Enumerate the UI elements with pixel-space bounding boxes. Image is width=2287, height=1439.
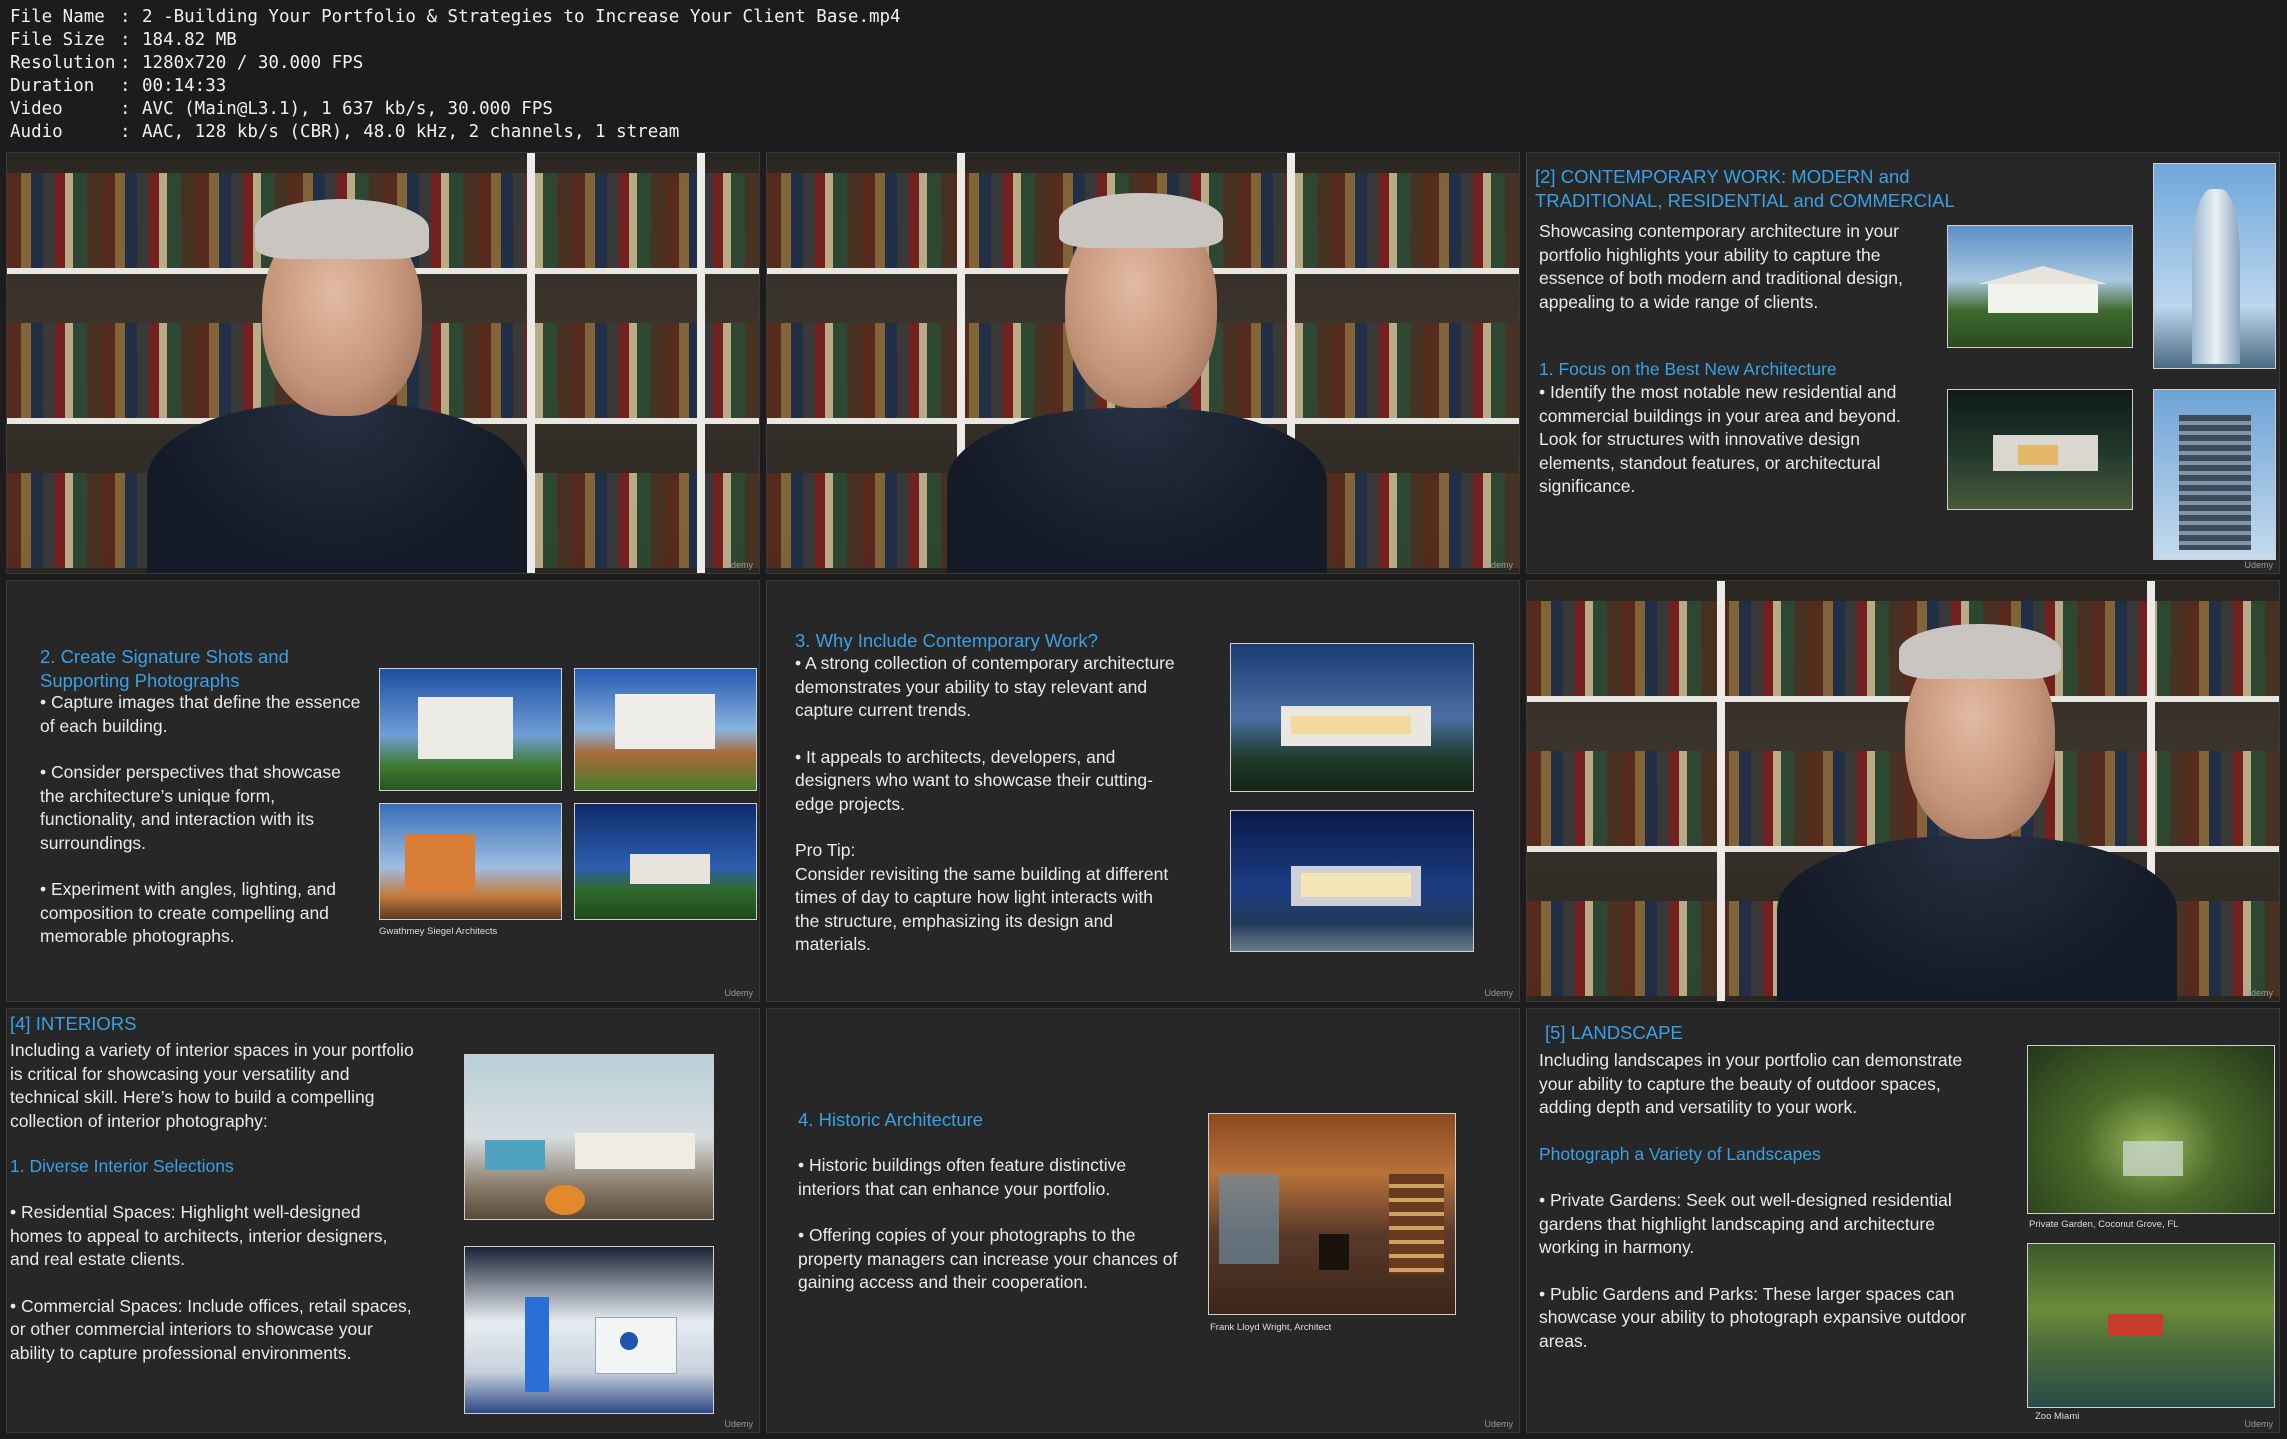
slide-signature-shots[interactable]: 2. Create Signature Shots and Supporting… xyxy=(6,580,760,1002)
file-info-row: Resolution:1280x720 / 30.000 FPS xyxy=(10,53,364,73)
photo-commercial-lobby xyxy=(464,1246,714,1414)
slide-bullet-text: • Identify the most notable new resident… xyxy=(1539,382,1901,496)
photo-white-building-1 xyxy=(379,668,562,791)
photo-house-night-lawn xyxy=(574,803,757,920)
pro-tip-text: Consider revisiting the same building at… xyxy=(795,863,1169,955)
slide-bullet-text: • Historic buildings often feature disti… xyxy=(798,1155,1127,1199)
video-frame-speaker-3[interactable]: Udemy xyxy=(1526,580,2280,1002)
video-frame-speaker-2[interactable]: Udemy xyxy=(766,152,1520,574)
photo-living-room xyxy=(464,1054,714,1220)
slide-bullet-text: • It appeals to architects, developers, … xyxy=(795,746,1153,814)
photo-wright-interior xyxy=(1208,1113,1456,1315)
slide-heading: [5] LANDSCAPE xyxy=(1545,1022,1683,1043)
photo-house-night xyxy=(1230,810,1474,952)
slide-bullet-text: • Capture images that define the essence… xyxy=(40,692,361,736)
slide-bullet-text: • A strong collection of contemporary ar… xyxy=(795,653,1175,720)
photo-caption: Gwathmey Siegel Architects xyxy=(379,926,498,937)
slide-subheading: 1. Focus on the Best New Architecture xyxy=(1539,359,1837,379)
slide-intro-text: Including a variety of interior spaces i… xyxy=(10,1040,414,1131)
udemy-watermark: Udemy xyxy=(724,1419,753,1429)
udemy-watermark: Udemy xyxy=(2244,988,2273,998)
speaker-figure xyxy=(947,153,1327,573)
slide-bullet-list: • Private Gardens: Seek out well-designe… xyxy=(1539,1189,1989,1353)
file-info-row: Duration:00:14:33 xyxy=(10,76,227,96)
slide-bullet-text: • Private Gardens: Seek out well-designe… xyxy=(1539,1190,1952,1257)
file-info-row: Video: AVC (Main@L3.1), 1 637 kb/s, 30.00… xyxy=(10,99,553,119)
slide-bullet-text: • Residential Spaces: Highlight well-des… xyxy=(10,1202,388,1269)
slide-interiors[interactable]: [4] INTERIORS Including a variety of int… xyxy=(6,1008,760,1433)
slide-historic-architecture[interactable]: 4. Historic Architecture • Historic buil… xyxy=(766,1008,1520,1433)
file-info-row: Audio: AAC, 128 kb/s (CBR), 48.0 kHz, 2 c… xyxy=(10,122,680,142)
photo-house-dusk xyxy=(1230,643,1474,792)
photo-modern-house xyxy=(1947,225,2133,348)
slide-heading: 3. Why Include Contemporary Work? xyxy=(795,630,1098,651)
slide-bullet-list: • Capture images that define the essence… xyxy=(40,691,370,949)
slide-bullet-list: • Residential Spaces: Highlight well-des… xyxy=(10,1201,415,1365)
slide-intro-text: Including landscapes in your portfolio c… xyxy=(1539,1050,1963,1117)
photo-glass-tower xyxy=(2153,163,2276,369)
photo-orange-house xyxy=(379,803,562,920)
slide-intro-text: Showcasing contemporary architecture in … xyxy=(1539,221,1903,312)
photo-white-building-2 xyxy=(574,668,757,791)
slide-heading: 2. Create Signature Shots and Supporting… xyxy=(40,646,289,691)
udemy-watermark: Udemy xyxy=(1484,560,1513,570)
video-frame-speaker-1[interactable]: Udemy xyxy=(6,152,760,574)
slide-landscape[interactable]: [5] LANDSCAPE Including landscapes in yo… xyxy=(1526,1008,2280,1433)
udemy-watermark: Udemy xyxy=(1484,988,1513,998)
photo-zoo-miami xyxy=(2027,1243,2275,1408)
slide-bullet-list: • A strong collection of contemporary ar… xyxy=(795,652,1175,957)
photo-stacked-tower xyxy=(2153,389,2276,560)
slide-bullet-text: • Commercial Spaces: Include offices, re… xyxy=(10,1295,412,1363)
slide-bullet-list: • Historic buildings often feature disti… xyxy=(798,1154,1178,1295)
photo-caption: Frank Lloyd Wright, Architect xyxy=(1210,1322,1332,1333)
udemy-watermark: Udemy xyxy=(2244,560,2273,570)
speaker-figure xyxy=(1777,581,2177,1001)
slide-bullet-text: • Offering copies of your photographs to… xyxy=(798,1225,1178,1292)
pro-tip-label: Pro Tip: xyxy=(795,840,856,860)
speaker-figure xyxy=(147,153,527,573)
slide-subheading: Photograph a Variety of Landscapes xyxy=(1539,1144,1821,1164)
udemy-watermark: Udemy xyxy=(2244,1419,2273,1429)
slide-subheading: 1. Diverse Interior Selections xyxy=(10,1156,234,1176)
slide-bullet-text: • Experiment with angles, lighting, and … xyxy=(40,879,337,946)
file-info-row: File Size:184.82 MB xyxy=(10,30,237,50)
slide-bullet-text: • Consider perspectives that showcase th… xyxy=(40,762,341,853)
file-info-row: File Name:2 -Building Your Portfolio & S… xyxy=(10,7,901,27)
slide-bullet-text: • Public Gardens and Parks: These larger… xyxy=(1539,1283,1967,1351)
photo-night-house xyxy=(1947,389,2133,510)
file-info-panel: File Name:2 -Building Your Portfolio & S… xyxy=(10,6,901,144)
photo-private-garden xyxy=(2027,1045,2275,1214)
photo-caption: Private Garden, Coconut Grove, FL xyxy=(2029,1219,2179,1230)
slide-heading: [4] INTERIORS xyxy=(10,1013,137,1034)
udemy-watermark: Udemy xyxy=(724,988,753,998)
udemy-watermark: Udemy xyxy=(724,560,753,570)
slide-heading: [2] CONTEMPORARY WORK: MODERN and TRADIT… xyxy=(1535,166,1955,211)
slide-contemporary-work[interactable]: [2] CONTEMPORARY WORK: MODERN and TRADIT… xyxy=(1526,152,2280,574)
slide-heading: 4. Historic Architecture xyxy=(798,1109,984,1130)
photo-caption: Zoo Miami xyxy=(2035,1411,2080,1422)
udemy-watermark: Udemy xyxy=(1484,1419,1513,1429)
slide-why-contemporary[interactable]: 3. Why Include Contemporary Work? • A st… xyxy=(766,580,1520,1002)
